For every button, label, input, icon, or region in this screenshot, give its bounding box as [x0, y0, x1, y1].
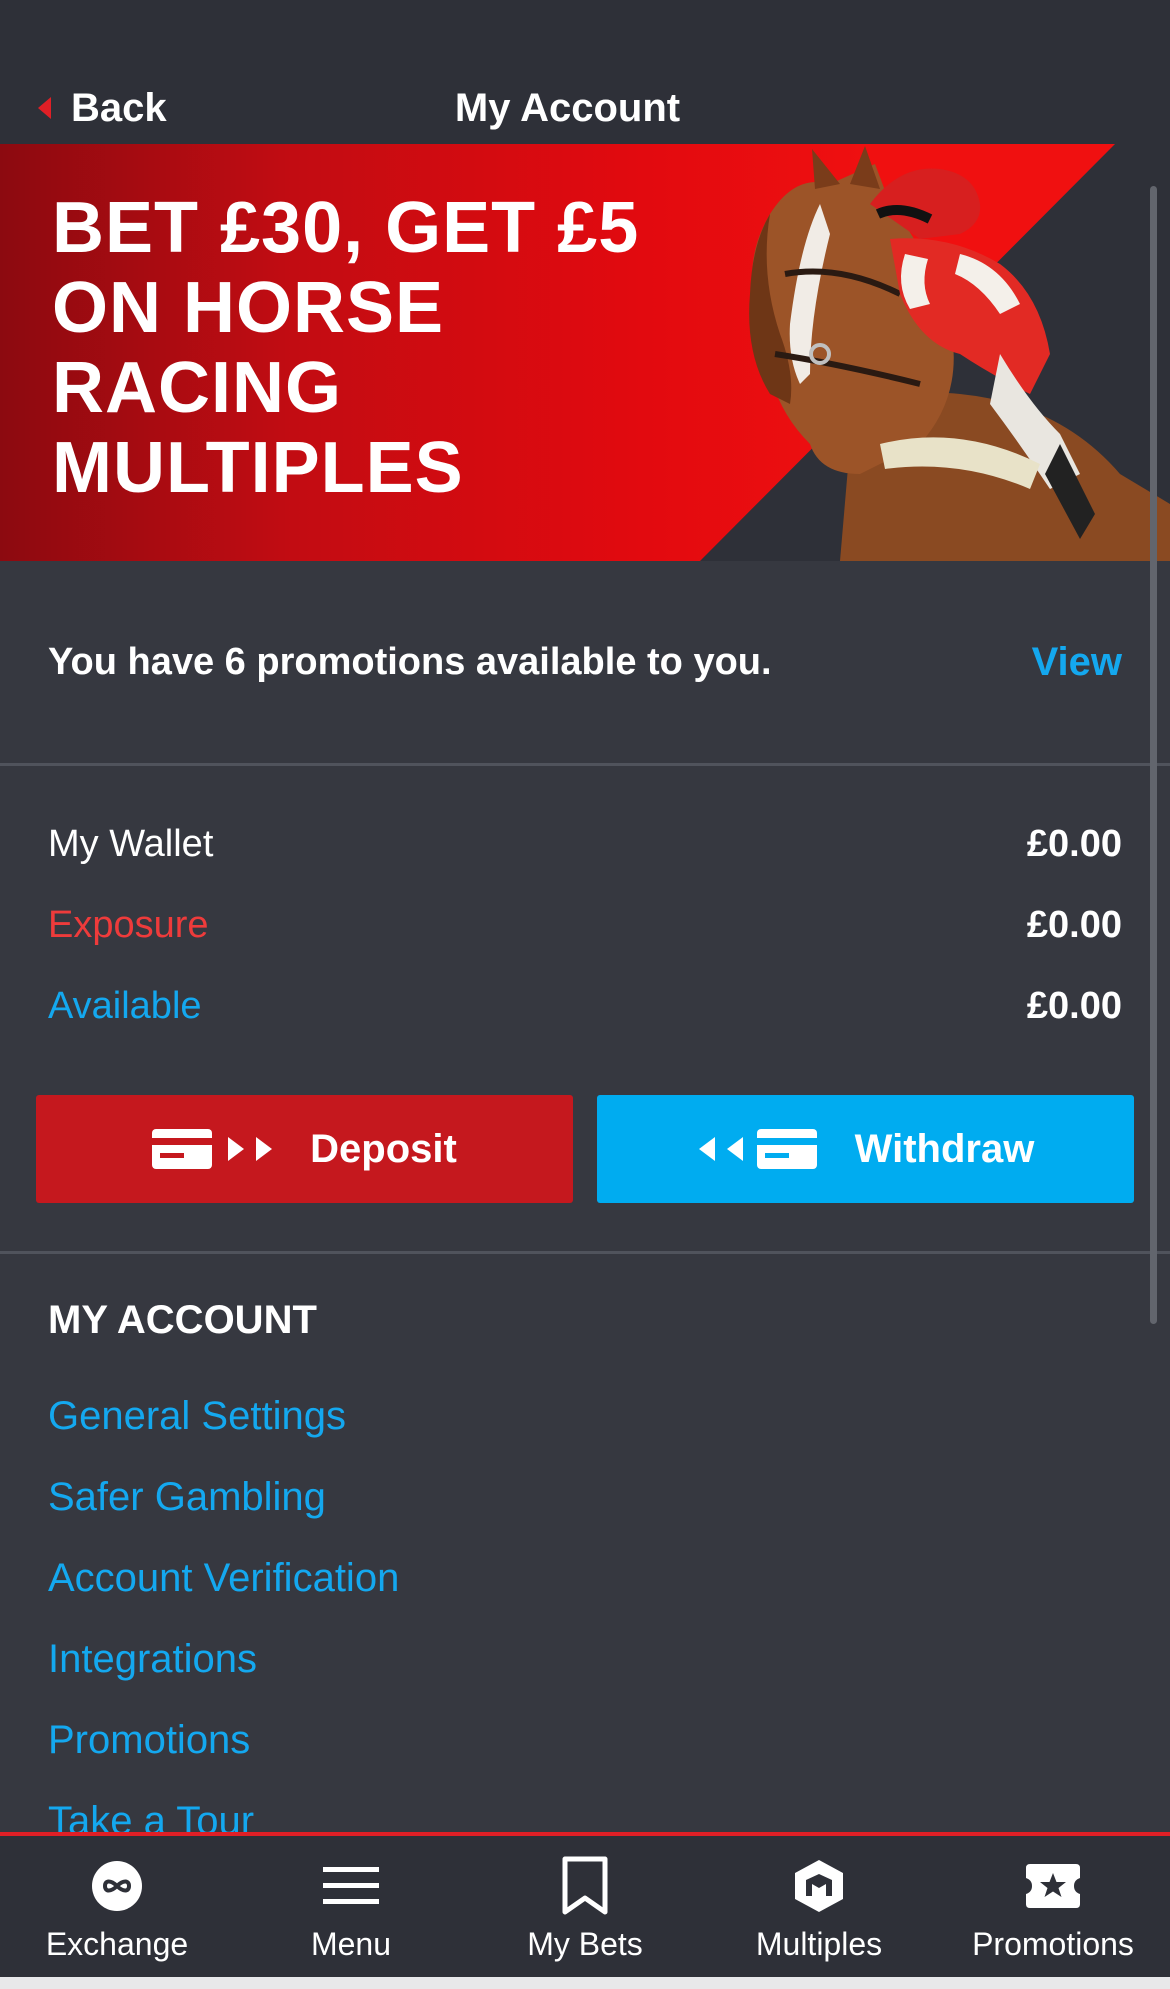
account-menu-list: General Settings Safer Gambling Account … — [48, 1376, 399, 1862]
withdraw-button[interactable]: Withdraw — [597, 1095, 1134, 1203]
promotions-message: You have 6 promotions available to you. — [48, 640, 772, 683]
multiples-icon — [795, 1860, 843, 1912]
home-indicator-strip — [0, 1977, 1170, 1989]
deposit-label: Deposit — [310, 1126, 457, 1171]
menu-item-general-settings[interactable]: General Settings — [48, 1376, 399, 1457]
horse-jockey-image — [749, 146, 1170, 561]
menu-item-promotions[interactable]: Promotions — [48, 1700, 399, 1781]
wallet-row: My Wallet £0.00 — [48, 814, 1122, 874]
wallet-label: My Wallet — [48, 822, 214, 865]
menu-item-integrations[interactable]: Integrations — [48, 1619, 399, 1700]
nav-multiples[interactable]: Multiples — [702, 1836, 936, 1977]
hamburger-menu-icon — [323, 1867, 379, 1904]
star-ticket-icon — [1026, 1864, 1080, 1908]
available-label: Available — [48, 984, 202, 1027]
bottom-nav: Exchange Menu My Bets Multiples Promotio… — [0, 1832, 1170, 1977]
nav-label: Menu — [310, 1926, 392, 1962]
view-promotions-link[interactable]: View — [1032, 640, 1122, 685]
promo-banner[interactable]: BET £30, GET £5 ON HORSE RACING MULTIPLE… — [0, 144, 1170, 561]
menu-item-account-verification[interactable]: Account Verification — [48, 1538, 399, 1619]
nav-my-bets[interactable]: My Bets — [468, 1836, 702, 1977]
page-title: My Account — [454, 85, 681, 130]
card-forward-icon — [152, 1129, 273, 1169]
available-value: £0.00 — [1026, 984, 1122, 1027]
banner-headline: BET £30, GET £5 ON HORSE RACING MULTIPLE… — [52, 188, 640, 508]
my-account-heading: MY ACCOUNT — [48, 1297, 317, 1342]
nav-label: Promotions — [972, 1926, 1134, 1962]
nav-label: My Bets — [527, 1926, 643, 1962]
deposit-button[interactable]: Deposit — [36, 1095, 573, 1203]
nav-promotions[interactable]: Promotions — [936, 1836, 1170, 1977]
withdraw-label: Withdraw — [854, 1126, 1035, 1171]
scrollbar[interactable] — [1150, 186, 1157, 1324]
available-row: Available £0.00 — [48, 976, 1122, 1036]
section-divider — [0, 1251, 1170, 1254]
card-backward-icon — [698, 1129, 817, 1169]
nav-label: Exchange — [45, 1926, 189, 1962]
nav-menu[interactable]: Menu — [234, 1836, 468, 1977]
exposure-value: £0.00 — [1026, 903, 1122, 946]
top-bar: Back My Account — [0, 0, 1170, 144]
exposure-row: Exposure £0.00 — [48, 895, 1122, 955]
nav-label: Multiples — [755, 1926, 883, 1962]
bookmark-icon — [562, 1856, 608, 1915]
promotions-available-row: You have 6 promotions available to you. … — [0, 561, 1170, 766]
menu-item-safer-gambling[interactable]: Safer Gambling — [48, 1457, 399, 1538]
nav-exchange[interactable]: Exchange — [0, 1836, 234, 1977]
wallet-value: £0.00 — [1026, 822, 1122, 865]
exchange-icon — [92, 1861, 142, 1911]
exposure-label: Exposure — [48, 903, 209, 946]
